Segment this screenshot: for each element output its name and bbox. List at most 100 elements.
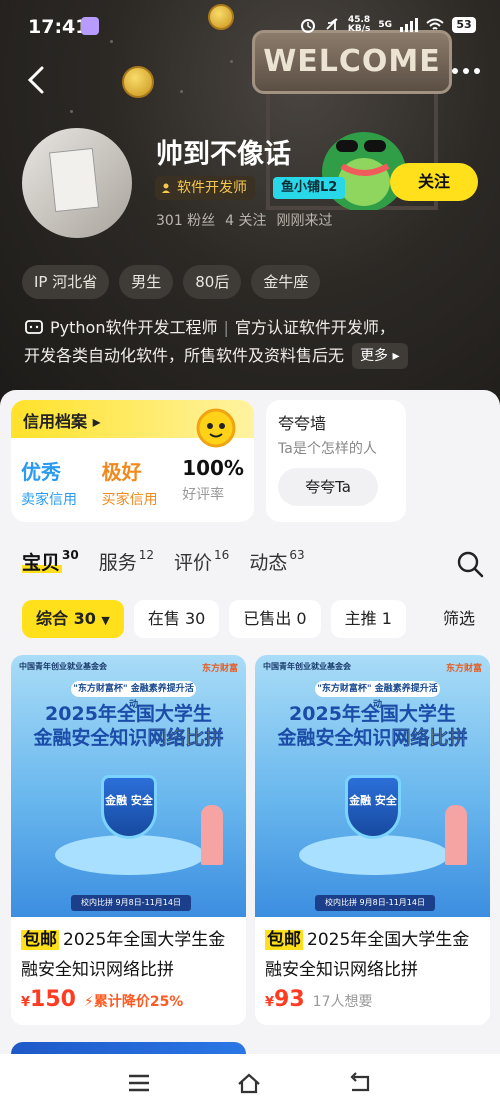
signal-icon xyxy=(400,18,418,32)
chevron-down-icon: ▼ xyxy=(101,614,110,627)
price-row: ¥150 ⚡累计降价25% xyxy=(11,985,246,1014)
poster-brand: 东方财富 xyxy=(201,664,238,674)
sun-mascot-icon xyxy=(196,408,236,448)
price-drop: ⚡累计降价25% xyxy=(84,991,183,1011)
product-card[interactable]: 中国青年创业就业基金会 东方财富 "东方财富杯" 金融素养提升活动 2025年全… xyxy=(255,655,490,1025)
positive-rate: 100% 好评率 xyxy=(182,456,244,509)
product-image: 中国青年创业就业基金会 东方财富 "东方财富杯" 金融素养提升活动 2025年全… xyxy=(11,655,246,917)
poster-brand: 东方财富 xyxy=(445,664,482,674)
profile-header: WELCOME 17:41 45.8 KB/s 5G 53 帅到不像话 软件开发… xyxy=(0,0,500,405)
poster-title-1: 2025年全国大学生 xyxy=(289,703,456,725)
tab-reviews-label: 评价 xyxy=(174,552,213,574)
developer-badge-label: 软件开发师 xyxy=(177,180,247,196)
tag-zodiac: 金牛座 xyxy=(251,265,321,299)
tag-generation: 80后 xyxy=(183,265,242,299)
seller-credit-label: 卖家信用 xyxy=(21,492,77,508)
product-title: 包邮 2025年全国大学生金融安全知识网络比拼 xyxy=(255,917,490,985)
tab-updates-label: 动态 xyxy=(249,552,288,574)
bio-more-label: 更多 xyxy=(360,348,389,364)
product-card[interactable]: 中国青年创业就业基金会 东方财富 "东方财富杯" 金融素养提升活动 2025年全… xyxy=(11,655,246,1025)
shop-tabs: 宝贝 30 服务 12 评价 16 动态 63 xyxy=(22,548,305,575)
praise-subtitle: Ta是个怎样的人 xyxy=(278,441,377,457)
filter-featured[interactable]: 主推 1 xyxy=(330,600,406,638)
tab-services-label: 服务 xyxy=(98,552,137,574)
poster-ribbon: "东方财富杯" 金融素养提升活动 xyxy=(315,681,440,710)
poster-organizer: 中国青年创业就业基金会 xyxy=(19,662,107,671)
free-shipping-badge: 包邮 xyxy=(21,930,59,950)
poster-date-bar: 校内比拼 9月8日-11月14日 xyxy=(315,895,435,911)
shield-icon: 金融 安全 xyxy=(101,775,157,839)
sparkle xyxy=(180,90,183,93)
wifi-icon xyxy=(426,18,444,30)
status-time: 17:41 xyxy=(28,16,89,38)
tag-gender: 男生 xyxy=(119,265,174,299)
poster-person xyxy=(445,805,467,865)
tab-updates-count: 63 xyxy=(289,548,305,562)
tab-items-label: 宝贝 xyxy=(22,552,61,574)
sparkle xyxy=(70,110,73,113)
praise-button[interactable]: 夸夸Ta xyxy=(278,468,378,506)
want-count: 17人想要 xyxy=(312,994,373,1010)
filter-comprehensive-label: 综合 30 xyxy=(36,609,96,628)
product-title: 包邮 2025年全国大学生金融安全知识网络比拼 xyxy=(11,917,246,985)
bio-title: Python软件开发工程师 xyxy=(50,318,218,337)
battery-icon: 53 xyxy=(452,17,476,33)
follow-button[interactable]: 关注 xyxy=(390,163,478,201)
buyer-credit: 极好 买家信用 xyxy=(102,456,158,509)
network-speed: 45.8 KB/s xyxy=(348,16,370,34)
tab-reviews[interactable]: 评价 16 xyxy=(174,548,229,575)
avatar[interactable] xyxy=(22,128,132,238)
filter-sold[interactable]: 已售出 0 xyxy=(229,600,321,638)
shop-content: 信用档案 ▸ 优秀 卖家信用 极好 买家信用 100% 好评率 夸夸墙 Ta是个… xyxy=(0,390,500,1111)
filter-button[interactable]: 筛选 xyxy=(443,600,475,638)
search-icon[interactable] xyxy=(456,550,484,578)
back-arrow-icon[interactable] xyxy=(20,62,56,98)
bio-more-button[interactable]: 更多 ▸ xyxy=(352,343,408,369)
bio-description: 开发各类自动化软件，所售软件及资料售后无 xyxy=(24,346,345,365)
buyer-credit-value: 极好 xyxy=(101,460,142,484)
credit-title: 信用档案 xyxy=(23,412,88,431)
positive-rate-label: 好评率 xyxy=(182,487,225,503)
tab-items[interactable]: 宝贝 30 xyxy=(22,548,79,575)
network-type: 5G xyxy=(378,20,392,30)
poster-title-2: 金融安全知识网络比拼 xyxy=(255,723,490,750)
praise-wall-card[interactable]: 夸夸墙 Ta是个怎样的人 夸夸Ta xyxy=(266,400,406,522)
tab-reviews-count: 16 xyxy=(214,548,230,562)
back-nav-icon[interactable] xyxy=(348,1072,374,1094)
store-level-badge[interactable]: 鱼小铺L2 xyxy=(273,177,346,199)
following-count[interactable]: 4 关注 xyxy=(225,210,266,230)
status-indicators: 45.8 KB/s 5G 53 xyxy=(300,16,476,34)
developer-badge[interactable]: 软件开发师 xyxy=(155,176,255,200)
chevron-right-icon: ▸ xyxy=(92,412,101,431)
credit-profile-card[interactable]: 信用档案 ▸ 优秀 卖家信用 极好 买家信用 100% 好评率 xyxy=(11,400,254,522)
buyer-credit-label: 买家信用 xyxy=(101,492,158,508)
notification-app-icon xyxy=(81,17,99,35)
bio-line-1: Python软件开发工程师 | 官方认证软件开发师， xyxy=(24,314,484,342)
home-icon[interactable] xyxy=(236,1072,262,1094)
poster-title-2a: 金融安全知识 xyxy=(33,727,148,749)
price-symbol: ¥ xyxy=(21,995,31,1010)
fans-count[interactable]: 301 粉丝 xyxy=(156,210,215,230)
praise-title: 夸夸墙 xyxy=(278,414,327,433)
price-value: 150 xyxy=(30,987,76,1012)
tab-updates[interactable]: 动态 63 xyxy=(249,548,304,575)
tab-services[interactable]: 服务 12 xyxy=(99,548,154,575)
more-options-button[interactable] xyxy=(452,68,480,74)
menu-icon[interactable] xyxy=(126,1072,152,1094)
positive-rate-value: 100% xyxy=(182,456,244,480)
poster-date-bar: 校内比拼 9月8日-11月14日 xyxy=(71,895,191,911)
mute-icon xyxy=(326,18,338,30)
lightning-icon: ⚡ xyxy=(83,994,94,1010)
poster-ribbon: "东方财富杯" 金融素养提升活动 xyxy=(71,681,196,710)
shield-icon: 金融 安全 xyxy=(345,775,401,839)
poster-title-2: 金融安全知识网络比拼 xyxy=(11,723,246,750)
poster-organizer: 中国青年创业就业基金会 xyxy=(263,662,351,671)
poster-person xyxy=(201,805,223,865)
filter-on-sale[interactable]: 在售 30 xyxy=(133,600,220,638)
filter-comprehensive[interactable]: 综合 30 ▼ xyxy=(22,600,124,638)
price-row: ¥93 17人想要 xyxy=(255,985,490,1014)
profile-bio: Python软件开发工程师 | 官方认证软件开发师， 开发各类自动化软件，所售软… xyxy=(24,314,484,370)
filter-bar: 综合 30 ▼ 在售 30 已售出 0 主推 1 xyxy=(22,600,406,638)
seller-credit: 优秀 卖家信用 xyxy=(21,456,77,509)
sparkle xyxy=(230,60,233,63)
